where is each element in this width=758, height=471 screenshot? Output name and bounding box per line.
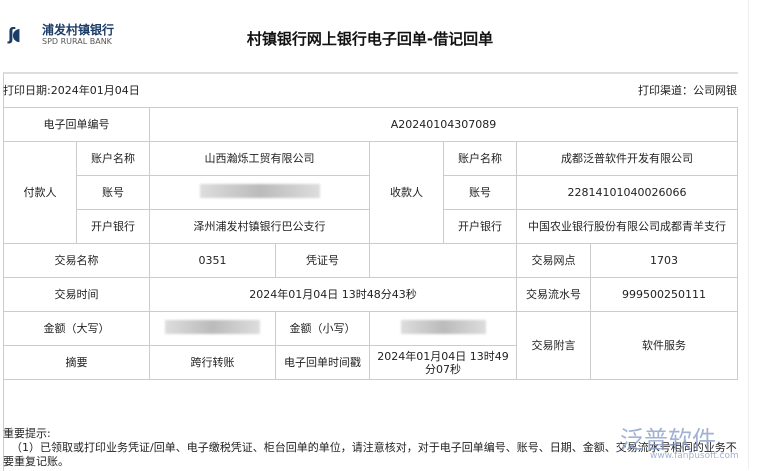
tx-time: 2024年01月04日 13时48分43秒 <box>149 277 517 312</box>
serial: 999500250111 <box>589 277 739 312</box>
watermark: 泛普软件 www.fanpusoft.com <box>620 420 739 461</box>
summary-label: 摘要 <box>3 345 150 380</box>
serial-label: 交易流水号 <box>516 277 591 312</box>
payer-acct-label: 账号 <box>76 175 150 210</box>
branch: 1703 <box>589 243 739 278</box>
timestamp-label: 电子回单时间戳 <box>275 345 370 380</box>
memo: 软件服务 <box>589 311 739 380</box>
payer-bank: 泽州浦发村镇银行巴公支行 <box>149 209 370 244</box>
watermark-text: 泛普软件 <box>620 426 716 454</box>
payee-label: 收款人 <box>369 141 444 244</box>
voucher <box>369 243 517 278</box>
amount-small-redacted <box>369 311 517 346</box>
amount-small-label: 金额（小写） <box>275 311 370 346</box>
payer-label: 付款人 <box>3 141 77 244</box>
payee-acct-label: 账号 <box>443 175 517 210</box>
timestamp: 2024年01月04日 13时49分07秒 <box>369 345 517 380</box>
payee-name: 成都泛普软件开发有限公司 <box>515 141 739 176</box>
print-date: 打印日期:2024年01月04日 <box>3 84 140 97</box>
print-channel: 打印渠道：公司网银 <box>638 84 737 97</box>
payee-name-label: 账户名称 <box>443 141 517 176</box>
receipt-no: A20240104307089 <box>148 107 739 142</box>
amount-big-label: 金额（大写） <box>3 311 150 346</box>
tx-name-label: 交易名称 <box>3 243 150 278</box>
summary: 跨行转账 <box>149 345 276 380</box>
payee-bank-label: 开户银行 <box>443 209 517 244</box>
tx-name: 0351 <box>149 243 276 278</box>
watermark-url: www.fanpusoft.com <box>650 451 739 461</box>
branch-label: 交易网点 <box>516 243 591 278</box>
payer-acct-redacted <box>149 175 370 210</box>
tx-time-label: 交易时间 <box>3 277 150 312</box>
voucher-label: 凭证号 <box>275 243 370 278</box>
scrollbar[interactable] <box>748 0 758 469</box>
payer-name-label: 账户名称 <box>76 141 150 176</box>
payee-bank: 中国农业银行股份有限公司成都青羊支行 <box>515 209 739 244</box>
payer-name: 山西瀚烁工贸有限公司 <box>149 141 370 176</box>
receipt-no-label: 电子回单编号 <box>3 107 150 142</box>
page-title: 村镇银行网上银行电子回单-借记回单 <box>246 30 494 48</box>
amount-big-redacted <box>149 311 276 346</box>
payer-bank-label: 开户银行 <box>76 209 150 244</box>
receipt-table: 电子回单编号 A20240104307089 付款人 账户名称 山西瀚烁工贸有限公… <box>3 107 739 380</box>
memo-label: 交易附言 <box>516 311 591 380</box>
payee-acct: 22814101040026066 <box>515 175 739 210</box>
